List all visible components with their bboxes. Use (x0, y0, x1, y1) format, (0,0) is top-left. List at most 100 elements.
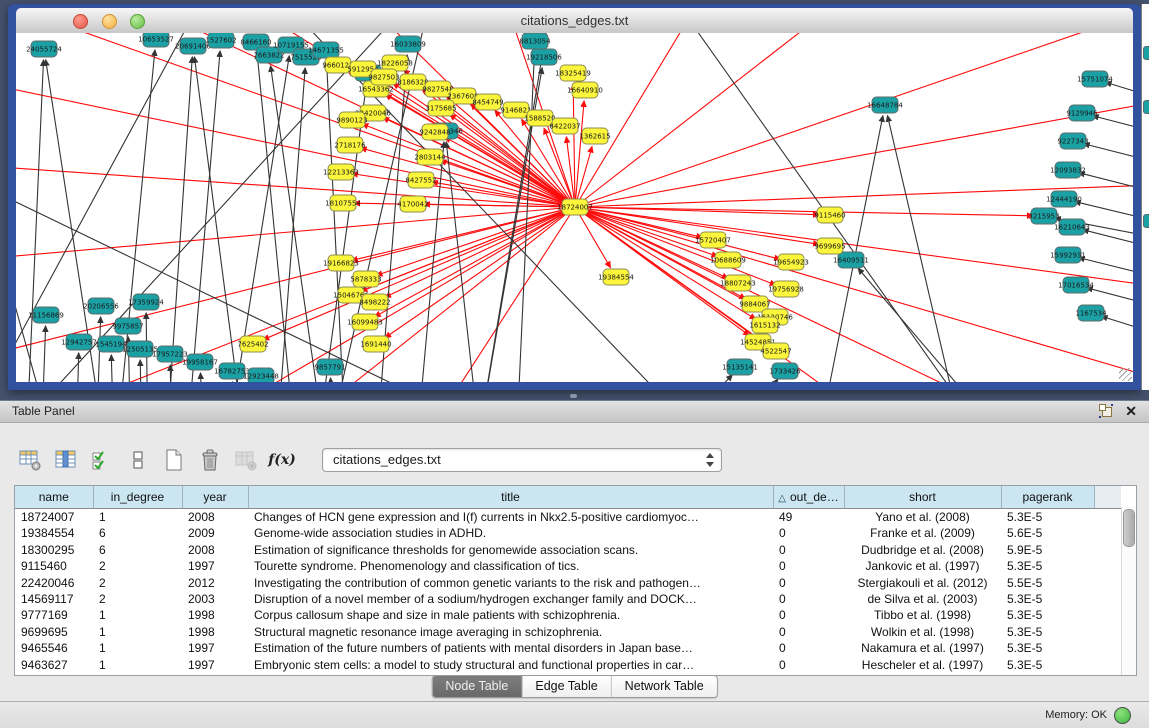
table-options-icon[interactable] (18, 448, 42, 472)
graph-node[interactable]: 9242848 (419, 124, 450, 140)
table-cell[interactable]: 9463627 (15, 657, 93, 673)
table-cell[interactable]: Investigating the contribution of common… (248, 575, 773, 591)
graph-node[interactable]: 9115460 (814, 207, 845, 223)
table-cell[interactable]: 2009 (182, 525, 248, 541)
toggle-column-display-icon[interactable] (54, 448, 78, 472)
table-cell[interactable]: Changes of HCN gene expression and I(f) … (248, 509, 773, 526)
column-header-title[interactable]: title (248, 486, 773, 509)
graph-node[interactable]: 9129946 (1066, 105, 1098, 121)
table-row[interactable]: 1456911722003Disruption of a novel membe… (15, 591, 1121, 607)
graph-node[interactable]: 1527602 (205, 33, 236, 48)
table-cell[interactable]: 49 (773, 509, 844, 526)
table-cell[interactable]: 5.3E-5 (1001, 558, 1094, 574)
table-cell[interactable]: 0 (773, 607, 844, 623)
graph-node[interactable]: 12213363 (323, 164, 359, 180)
table-cell[interactable]: 5.6E-5 (1001, 525, 1094, 541)
table-cell[interactable]: 1997 (182, 657, 248, 673)
graph-node[interactable]: 4522547 (760, 343, 791, 359)
table-cell[interactable]: Embryonic stem cells: a model to study s… (248, 657, 773, 673)
graph-node[interactable]: 9890123 (336, 112, 367, 128)
table-cell[interactable]: de Silva et al. (2003) (844, 591, 1001, 607)
graph-node[interactable]: 19384554 (598, 269, 634, 285)
table-cell[interactable]: 5.5E-5 (1001, 575, 1094, 591)
graph-node[interactable]: 1733426 (769, 363, 801, 379)
table-cell[interactable]: Corpus callosum shape and size in male p… (248, 607, 773, 623)
table-cell[interactable]: 2 (93, 591, 182, 607)
graph-node[interactable]: 16210643 (1054, 219, 1090, 235)
column-header-pagerank[interactable]: pagerank (1001, 486, 1094, 509)
table-cell[interactable]: 1 (93, 607, 182, 623)
graph-node[interactable]: 2803144 (414, 149, 446, 165)
table-cell[interactable]: 22420046 (15, 575, 93, 591)
graph-node[interactable]: 3215953 (1028, 208, 1059, 224)
table-row[interactable]: 2242004622012Investigating the contribut… (15, 575, 1121, 591)
graph-node[interactable]: 16640910 (567, 82, 603, 98)
graph-node[interactable]: 4170042 (397, 196, 428, 212)
table-cell[interactable]: 5.3E-5 (1001, 657, 1094, 673)
table-cell[interactable]: Wolkin et al. (1998) (844, 624, 1001, 640)
graph-node[interactable]: 1167534 (1075, 305, 1107, 321)
scrollbar-thumb[interactable] (1123, 509, 1135, 547)
table-cell[interactable]: Estimation of the future numbers of pati… (248, 640, 773, 656)
graph-node[interactable]: 14671355 (308, 42, 344, 58)
table-cell[interactable]: 1 (93, 657, 182, 673)
table-cell[interactable]: 2003 (182, 591, 248, 607)
graph-node[interactable]: 17016534 (1058, 277, 1094, 293)
table-cell[interactable]: Tourette syndrome. Phenomenology and cla… (248, 558, 773, 574)
table-cell[interactable]: 1998 (182, 624, 248, 640)
table-cell[interactable]: Estimation of significance thresholds fo… (248, 542, 773, 558)
window-resize-grip-icon[interactable] (1119, 368, 1132, 381)
table-row[interactable]: 1938455462009Genome-wide association stu… (15, 525, 1121, 541)
graph-node[interactable]: 12942757 (61, 334, 97, 350)
table-cell[interactable]: 5.3E-5 (1001, 607, 1094, 623)
table-cell[interactable]: 2008 (182, 542, 248, 558)
table-cell[interactable]: 1 (93, 509, 182, 526)
graph-node[interactable]: 15751074 (1077, 71, 1113, 87)
graph-node[interactable]: 3175685 (425, 100, 456, 116)
table-cell[interactable]: 0 (773, 657, 844, 673)
network-view-canvas[interactable]: 2405572410653527206914061527602846616076… (16, 33, 1133, 382)
table-cell[interactable]: 0 (773, 624, 844, 640)
table-cell[interactable]: 18300295 (15, 542, 93, 558)
table-cell[interactable]: 9777169 (15, 607, 93, 623)
table-cell[interactable]: 19384554 (15, 525, 93, 541)
graph-node[interactable]: 9699695 (814, 238, 845, 254)
graph-node[interactable]: 1615132 (749, 317, 780, 333)
graph-node[interactable]: 15135141 (722, 359, 758, 375)
graph-node[interactable]: 18325419 (555, 65, 591, 81)
graph-node[interactable]: 15720407 (695, 232, 731, 248)
graph-node[interactable]: 24055724 (26, 41, 62, 57)
tab-edge-table[interactable]: Edge Table (522, 676, 611, 697)
table-cell[interactable]: Yano et al. (2008) (844, 509, 1001, 526)
graph-node[interactable]: 5878333 (350, 271, 381, 287)
table-selector-dropdown[interactable]: citations_edges.txt (322, 448, 722, 472)
graph-node[interactable]: 9975857 (112, 318, 143, 334)
graph-node[interactable]: 20206556 (83, 298, 119, 314)
table-cell[interactable]: 5.3E-5 (1001, 509, 1094, 526)
table-cell[interactable]: Franke et al. (2009) (844, 525, 1001, 541)
graph-node[interactable]: 10688609 (710, 252, 746, 268)
table-cell[interactable]: 5.3E-5 (1001, 640, 1094, 656)
table-cell[interactable]: Tibbo et al. (1998) (844, 607, 1001, 623)
graph-node[interactable]: 12444190 (1046, 191, 1082, 207)
window-titlebar[interactable]: citations_edges.txt (16, 8, 1133, 34)
splitter-handle[interactable] (570, 394, 577, 398)
table-row[interactable]: 1830029562008Estimation of significance … (15, 542, 1121, 558)
table-cell[interactable]: Disruption of a novel member of a sodium… (248, 591, 773, 607)
table-row[interactable]: 946362711997Embryonic stem cells: a mode… (15, 657, 1121, 673)
table-cell[interactable]: Hescheler et al. (1997) (844, 657, 1001, 673)
graph-node[interactable]: 18107554 (325, 195, 361, 211)
table-cell[interactable]: 0 (773, 640, 844, 656)
graph-node[interactable]: 19654923 (773, 254, 809, 270)
vertical-scrollbar[interactable] (1121, 507, 1136, 675)
delete-trash-icon[interactable] (198, 448, 222, 472)
table-cell[interactable]: Genome-wide association studies in ADHD. (248, 525, 773, 541)
column-header-short[interactable]: short (844, 486, 1001, 509)
column-header-year[interactable]: year (182, 486, 248, 509)
table-cell[interactable]: 6 (93, 525, 182, 541)
table-cell[interactable]: Stergiakouli et al. (2012) (844, 575, 1001, 591)
graph-node[interactable]: 19218506 (526, 49, 562, 65)
table-cell[interactable]: 0 (773, 542, 844, 558)
graph-node[interactable]: 16648784 (867, 97, 903, 113)
graph-node[interactable]: 19958167 (182, 354, 218, 370)
